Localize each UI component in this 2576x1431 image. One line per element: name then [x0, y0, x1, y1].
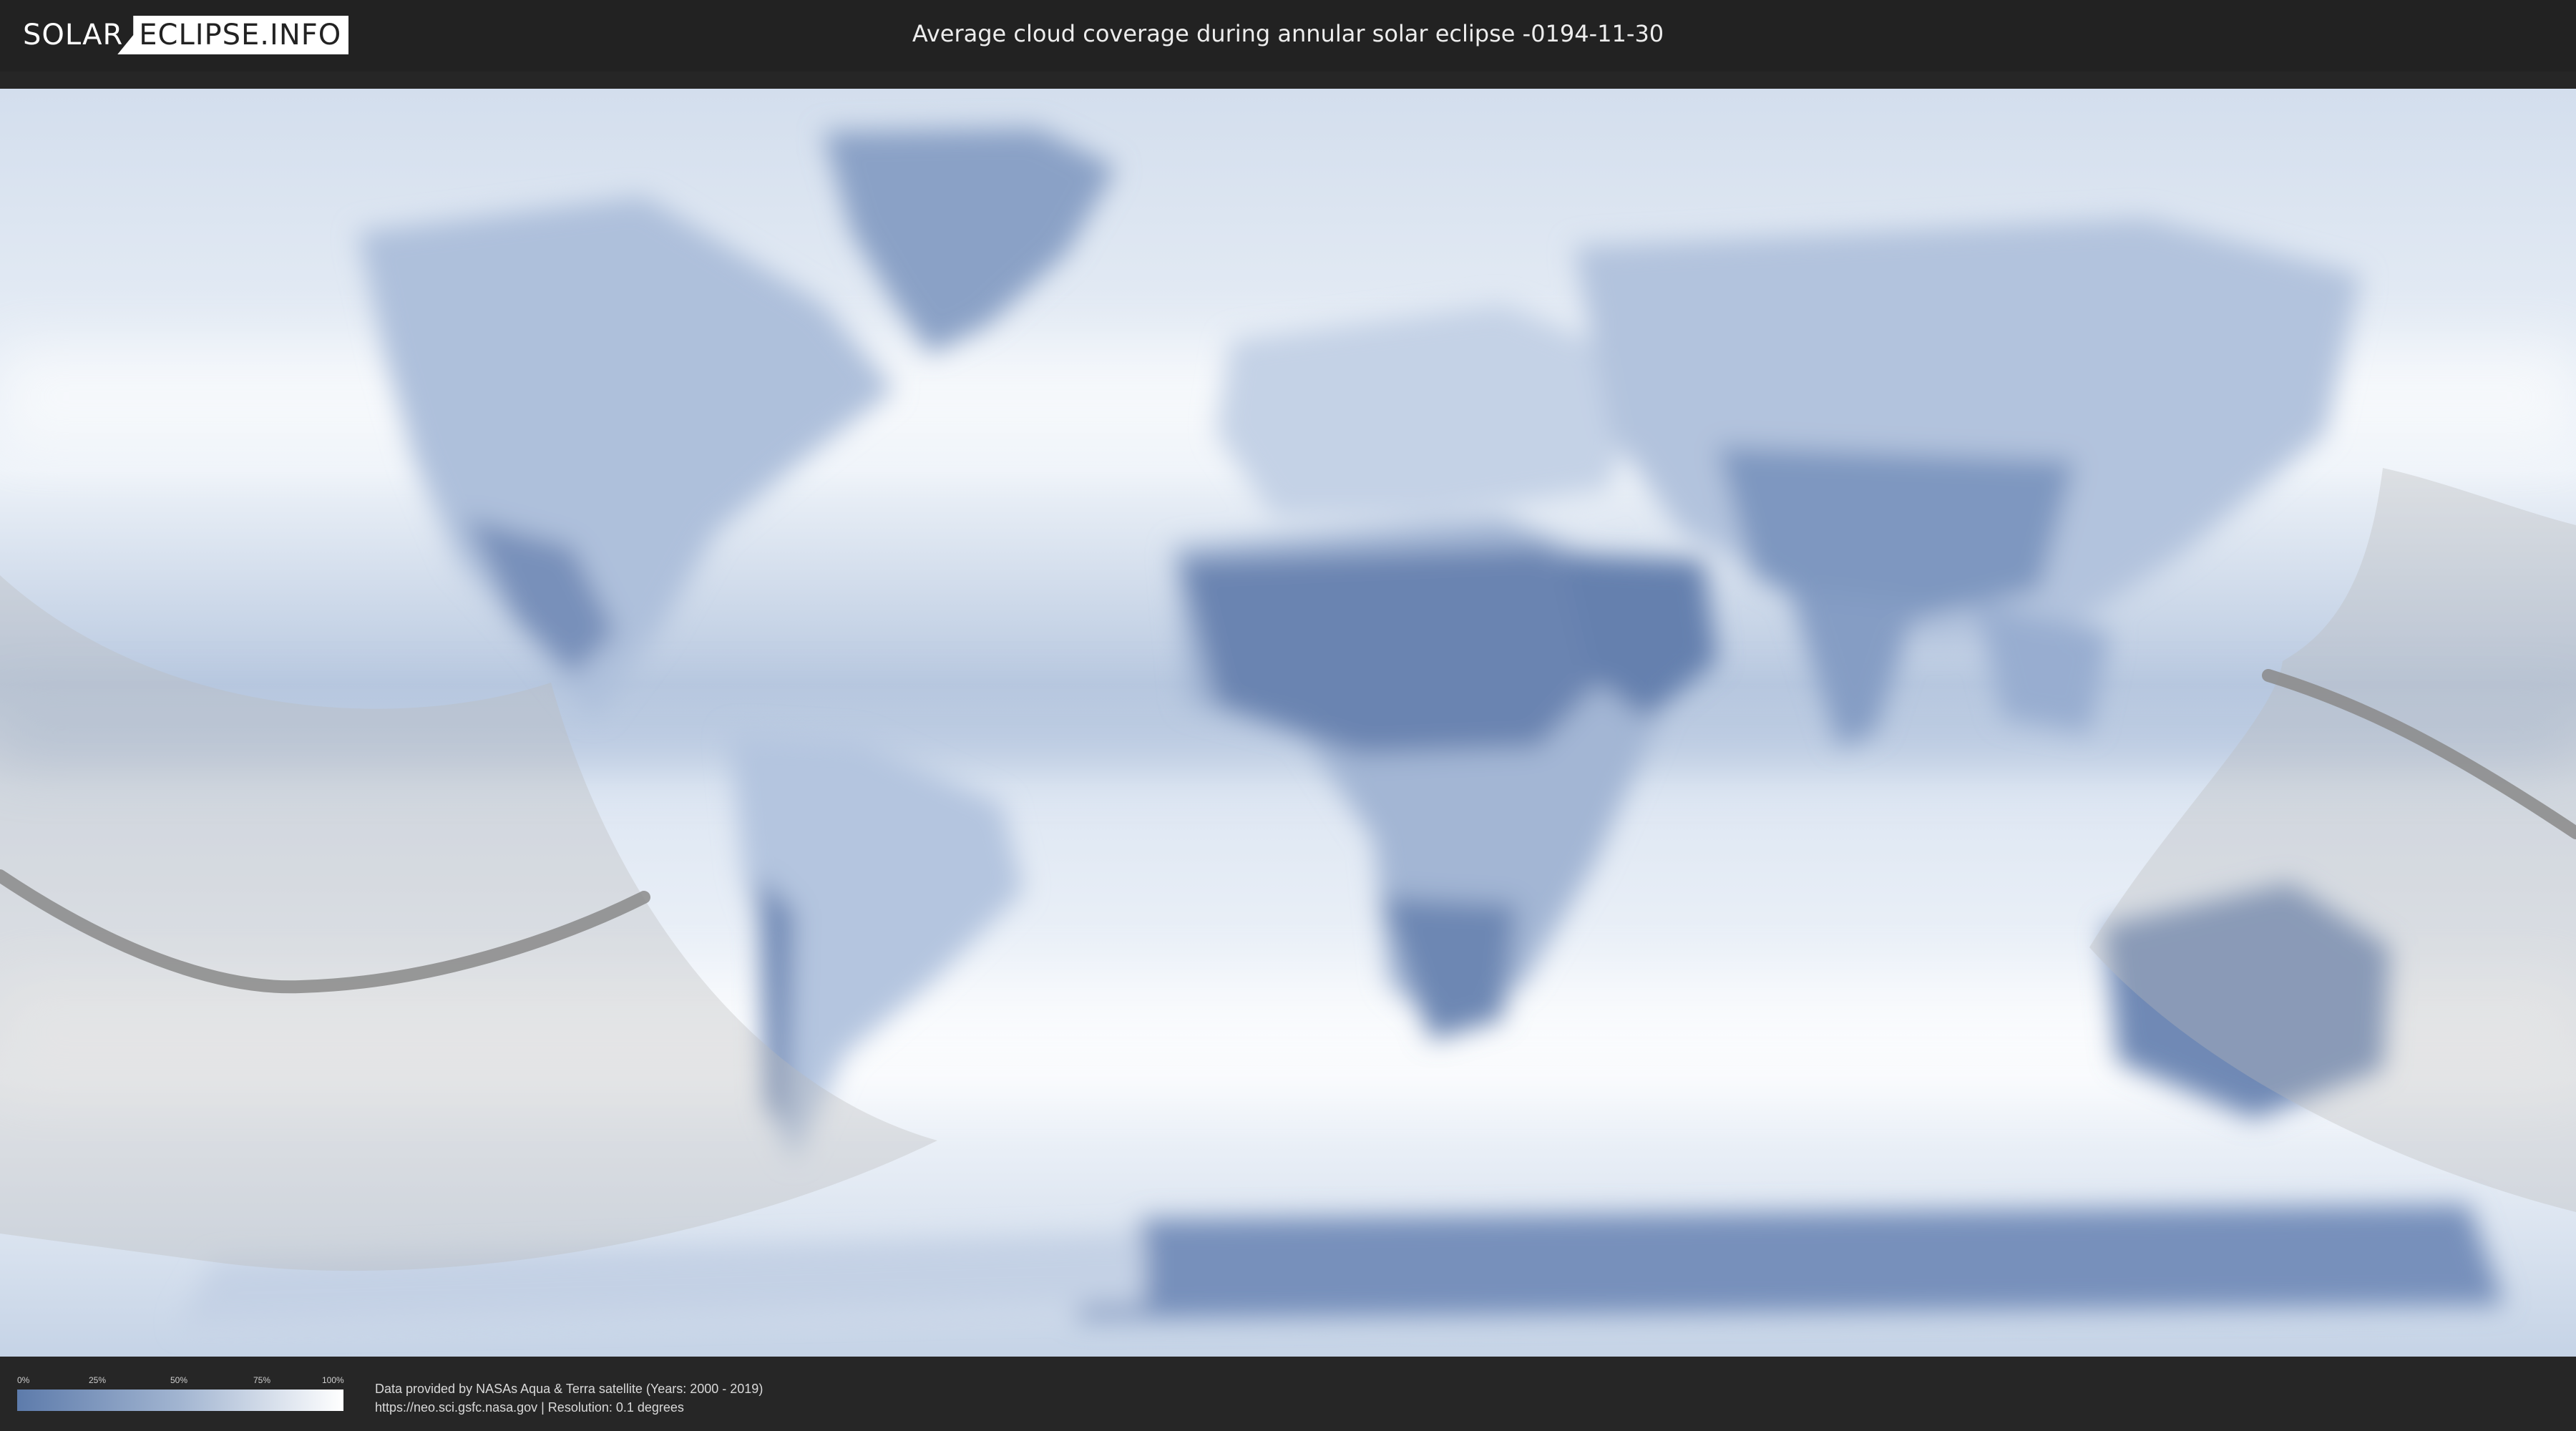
cloud-coverage-map — [0, 89, 2576, 1357]
header-bar: SOLAR ECLIPSE.INFO Average cloud coverag… — [0, 0, 2576, 72]
legend-tick-25: 25% — [89, 1375, 107, 1385]
credits-source: Data provided by NASAs Aqua & Terra sate… — [375, 1382, 763, 1396]
credits-url-resolution: https://neo.sci.gsfc.nasa.gov | Resoluti… — [375, 1400, 684, 1415]
legend-tick-75: 75% — [253, 1375, 271, 1385]
map-canvas — [0, 89, 2576, 1357]
legend-tick-50: 50% — [170, 1375, 188, 1385]
data-credits: Data provided by NASAs Aqua & Terra sate… — [375, 1379, 763, 1417]
europe — [1216, 303, 1646, 518]
legend-tick-0: 0% — [17, 1375, 30, 1385]
legend-tick-labels: 0% 25% 50% 75% 100% — [17, 1372, 344, 1388]
antarctica — [1073, 1205, 2504, 1319]
legend-color-bar — [17, 1390, 343, 1411]
cloud-coverage-legend: 0% 25% 50% 75% 100% — [17, 1372, 344, 1415]
legend-tick-100: 100% — [322, 1375, 344, 1385]
page-title: Average cloud coverage during annular so… — [912, 20, 1664, 47]
